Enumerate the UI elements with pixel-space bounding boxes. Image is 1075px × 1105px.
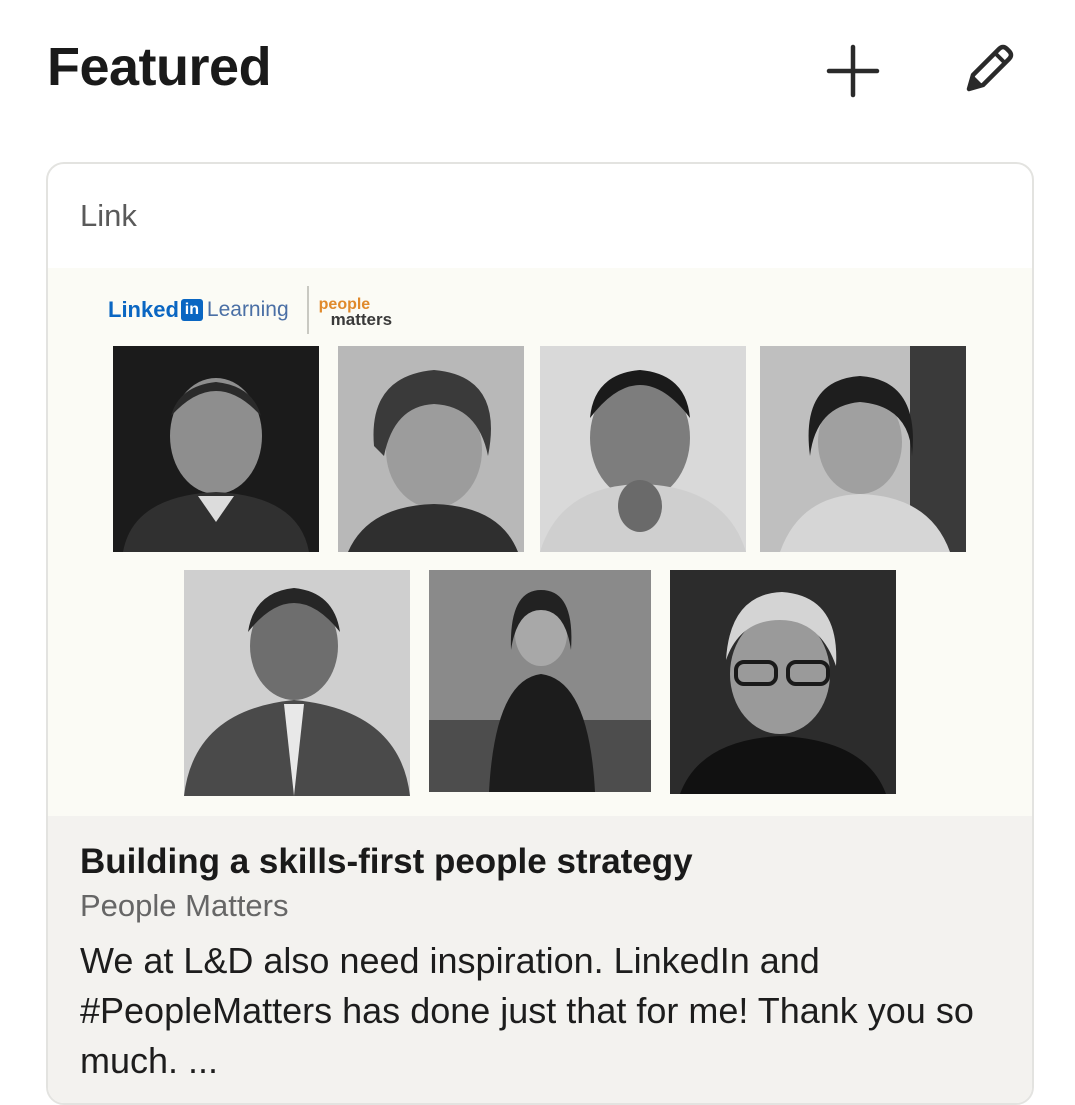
speaker-photo xyxy=(540,346,746,552)
brand-logos: Linked in Learning people matters xyxy=(108,286,393,334)
linkedin-logo-text: Linked xyxy=(108,297,179,322)
speaker-photo xyxy=(184,570,410,796)
speaker-photo xyxy=(670,570,896,794)
pencil-icon xyxy=(966,44,1014,92)
speaker-photo xyxy=(429,570,651,792)
article-source: People Matters xyxy=(80,888,289,923)
pm-logo-bottom: matters xyxy=(330,310,393,329)
brand-divider xyxy=(306,286,309,334)
speaker-photo xyxy=(760,346,966,552)
featured-header: Featured xyxy=(0,0,1075,140)
article-description: We at L&D also need inspiration. LinkedI… xyxy=(80,940,974,1081)
speaker-photo xyxy=(338,346,524,552)
article-title[interactable]: Building a skills-first people strategy xyxy=(80,842,693,882)
people-matters-logo: people matters xyxy=(319,297,393,329)
plus-icon xyxy=(826,44,880,98)
card-details: Building a skills-first people strategy … xyxy=(48,816,1032,1103)
edit-featured-button[interactable] xyxy=(952,36,1022,106)
add-featured-button[interactable] xyxy=(818,36,888,106)
featured-link-card[interactable]: Link Linked in Learning people matters B… xyxy=(46,162,1034,1105)
card-type-label: Link xyxy=(80,198,137,233)
learning-logo-text: Learning xyxy=(206,298,289,321)
link-thumbnail: Linked in Learning people matters xyxy=(48,268,1032,816)
section-title: Featured xyxy=(47,37,272,97)
speaker-photo xyxy=(113,346,319,552)
linkedin-in-logo: in xyxy=(180,299,203,321)
